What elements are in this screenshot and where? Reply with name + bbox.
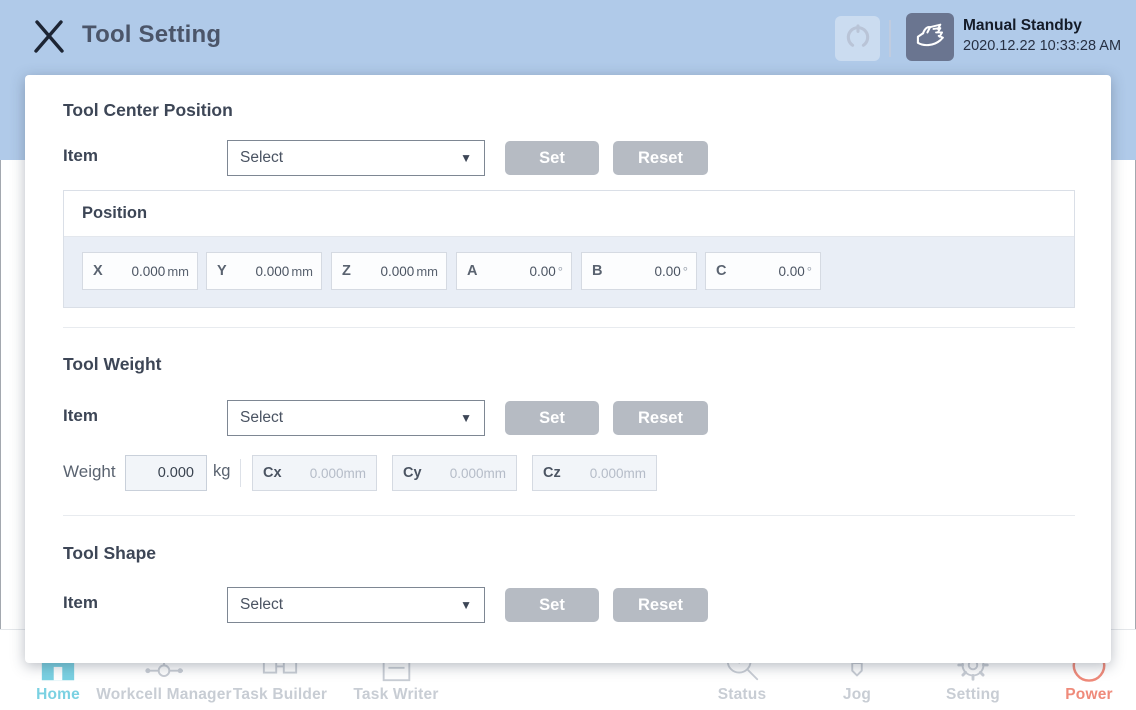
weight-select-value: Select bbox=[240, 409, 460, 427]
close-icon bbox=[30, 42, 68, 59]
weight-input[interactable]: 0.000 bbox=[125, 455, 207, 491]
section-divider bbox=[63, 327, 1075, 328]
chevron-down-icon: ▼ bbox=[460, 598, 472, 612]
shape-reset-button[interactable]: Reset bbox=[613, 588, 708, 622]
section-title-tool-shape: Tool Shape bbox=[63, 543, 156, 564]
position-field-c[interactable]: C 0.00 ° bbox=[705, 252, 821, 290]
tcp-set-button[interactable]: Set bbox=[505, 141, 599, 175]
nav-label: Power bbox=[1009, 686, 1136, 704]
robot-status: Manual Standby bbox=[963, 17, 1082, 35]
close-button[interactable] bbox=[30, 17, 68, 55]
weight-unit: kg bbox=[213, 462, 230, 481]
tcp-item-select[interactable]: Select ▼ bbox=[227, 140, 485, 176]
chevron-down-icon: ▼ bbox=[460, 151, 472, 165]
position-panel: Position X 0.000 mm Y 0.000 mm Z 0.000 m… bbox=[63, 190, 1075, 308]
weight-reset-button[interactable]: Reset bbox=[613, 401, 708, 435]
position-field-x[interactable]: X 0.000 mm bbox=[82, 252, 198, 290]
gripper-icon bbox=[841, 19, 875, 58]
position-field-a[interactable]: A 0.00 ° bbox=[456, 252, 572, 290]
page-title: Tool Setting bbox=[82, 21, 221, 49]
chevron-down-icon: ▼ bbox=[460, 411, 472, 425]
shape-item-label: Item bbox=[63, 593, 98, 613]
position-field-z[interactable]: Z 0.000 mm bbox=[331, 252, 447, 290]
cog-field-cz[interactable]: Cz 0.000mm bbox=[532, 455, 657, 491]
position-field-b[interactable]: B 0.00 ° bbox=[581, 252, 697, 290]
weight-item-label: Item bbox=[63, 406, 98, 426]
manual-mode-button[interactable] bbox=[906, 13, 954, 61]
vertical-divider bbox=[240, 459, 241, 487]
weight-set-button[interactable]: Set bbox=[505, 401, 599, 435]
shape-select-value: Select bbox=[240, 596, 460, 614]
tool-setting-modal: Tool Center Position Item Select ▼ Set R… bbox=[25, 75, 1111, 663]
section-divider bbox=[63, 515, 1075, 516]
header-divider bbox=[889, 20, 891, 57]
section-title-tool-weight: Tool Weight bbox=[63, 354, 162, 375]
nav-label: Task Writer bbox=[316, 686, 476, 704]
position-field-y[interactable]: Y 0.000 mm bbox=[206, 252, 322, 290]
status-datetime: 2020.12.22 10:33:28 AM bbox=[963, 38, 1121, 54]
position-panel-title: Position bbox=[64, 191, 1074, 237]
section-title-tool-center-position: Tool Center Position bbox=[63, 100, 233, 121]
shape-item-select[interactable]: Select ▼ bbox=[227, 587, 485, 623]
gripper-status-button[interactable] bbox=[835, 16, 880, 61]
weight-label: Weight bbox=[63, 462, 116, 482]
shape-set-button[interactable]: Set bbox=[505, 588, 599, 622]
position-panel-body: X 0.000 mm Y 0.000 mm Z 0.000 mm A 0.00 … bbox=[64, 237, 1074, 307]
cog-field-cx[interactable]: Cx 0.000mm bbox=[252, 455, 377, 491]
cog-field-cy[interactable]: Cy 0.000mm bbox=[392, 455, 517, 491]
tcp-reset-button[interactable]: Reset bbox=[613, 141, 708, 175]
tcp-item-label: Item bbox=[63, 146, 98, 166]
tcp-select-value: Select bbox=[240, 149, 460, 167]
weight-item-select[interactable]: Select ▼ bbox=[227, 400, 485, 436]
manual-hand-icon bbox=[911, 16, 949, 59]
